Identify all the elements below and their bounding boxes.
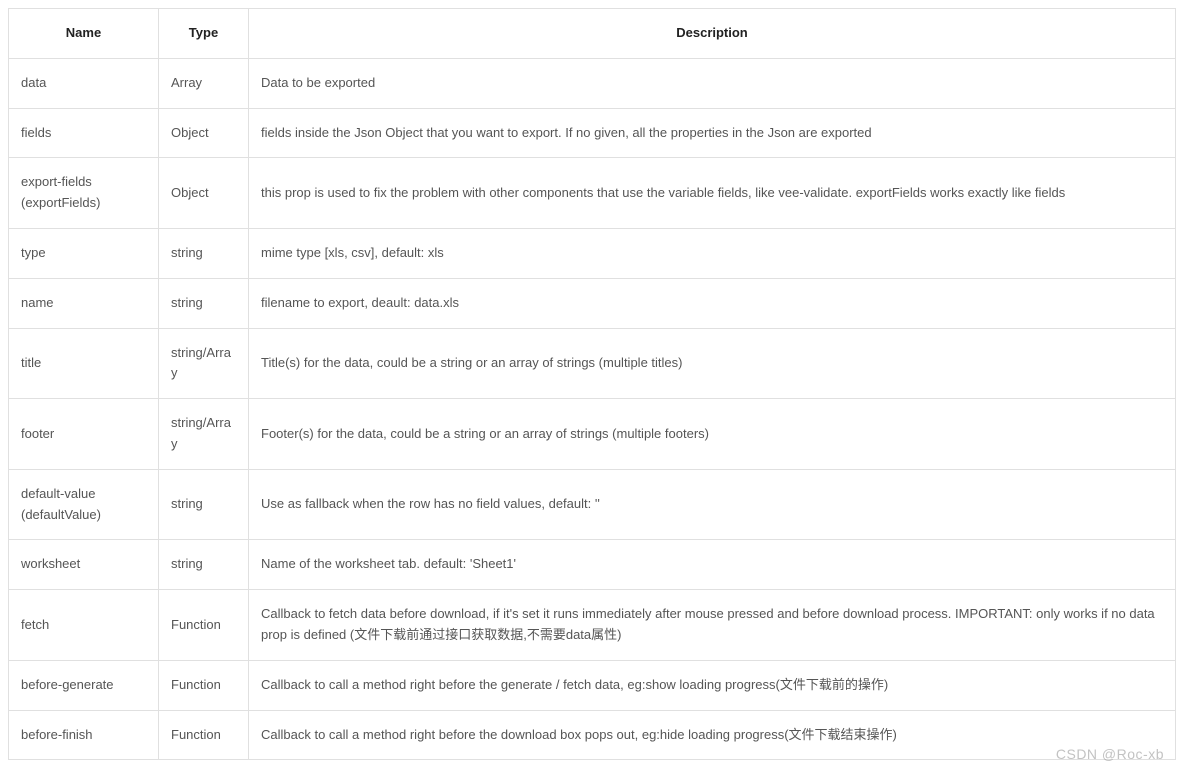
cell-name: worksheet	[9, 540, 159, 590]
cell-description: Title(s) for the data, could be a string…	[249, 328, 1176, 399]
cell-name: export-fields (exportFields)	[9, 158, 159, 229]
cell-type: string	[159, 469, 249, 540]
table-row: fields Object fields inside the Json Obj…	[9, 108, 1176, 158]
cell-name: name	[9, 278, 159, 328]
cell-type: Object	[159, 158, 249, 229]
cell-type: string	[159, 278, 249, 328]
table-header-row: Name Type Description	[9, 9, 1176, 59]
table-row: before-finish Function Callback to call …	[9, 710, 1176, 760]
cell-description: Name of the worksheet tab. default: 'She…	[249, 540, 1176, 590]
props-table: Name Type Description data Array Data to…	[8, 8, 1176, 760]
cell-description: filename to export, deault: data.xls	[249, 278, 1176, 328]
header-name: Name	[9, 9, 159, 59]
cell-description: Callback to call a method right before t…	[249, 710, 1176, 760]
cell-name: before-finish	[9, 710, 159, 760]
cell-description: Callback to fetch data before download, …	[249, 590, 1176, 661]
table-row: export-fields (exportFields) Object this…	[9, 158, 1176, 229]
cell-type: Function	[159, 590, 249, 661]
cell-description: this prop is used to fix the problem wit…	[249, 158, 1176, 229]
cell-type: string	[159, 540, 249, 590]
cell-type: Function	[159, 660, 249, 710]
table-row: data Array Data to be exported	[9, 58, 1176, 108]
cell-name: fields	[9, 108, 159, 158]
header-description: Description	[249, 9, 1176, 59]
cell-name: footer	[9, 399, 159, 470]
cell-description: Data to be exported	[249, 58, 1176, 108]
table-row: worksheet string Name of the worksheet t…	[9, 540, 1176, 590]
table-row: default-value (defaultValue) string Use …	[9, 469, 1176, 540]
cell-name: before-generate	[9, 660, 159, 710]
cell-description: Use as fallback when the row has no fiel…	[249, 469, 1176, 540]
table-row: title string/Array Title(s) for the data…	[9, 328, 1176, 399]
table-row: footer string/Array Footer(s) for the da…	[9, 399, 1176, 470]
cell-description: Callback to call a method right before t…	[249, 660, 1176, 710]
header-type: Type	[159, 9, 249, 59]
cell-type: string/Array	[159, 399, 249, 470]
cell-description: mime type [xls, csv], default: xls	[249, 228, 1176, 278]
cell-name: type	[9, 228, 159, 278]
table-row: type string mime type [xls, csv], defaul…	[9, 228, 1176, 278]
cell-type: Object	[159, 108, 249, 158]
cell-name: default-value (defaultValue)	[9, 469, 159, 540]
cell-name: fetch	[9, 590, 159, 661]
cell-name: data	[9, 58, 159, 108]
cell-type: string	[159, 228, 249, 278]
table-row: fetch Function Callback to fetch data be…	[9, 590, 1176, 661]
cell-type: Function	[159, 710, 249, 760]
cell-description: fields inside the Json Object that you w…	[249, 108, 1176, 158]
table-row: before-generate Function Callback to cal…	[9, 660, 1176, 710]
cell-name: title	[9, 328, 159, 399]
cell-description: Footer(s) for the data, could be a strin…	[249, 399, 1176, 470]
table-row: name string filename to export, deault: …	[9, 278, 1176, 328]
cell-type: string/Array	[159, 328, 249, 399]
cell-type: Array	[159, 58, 249, 108]
